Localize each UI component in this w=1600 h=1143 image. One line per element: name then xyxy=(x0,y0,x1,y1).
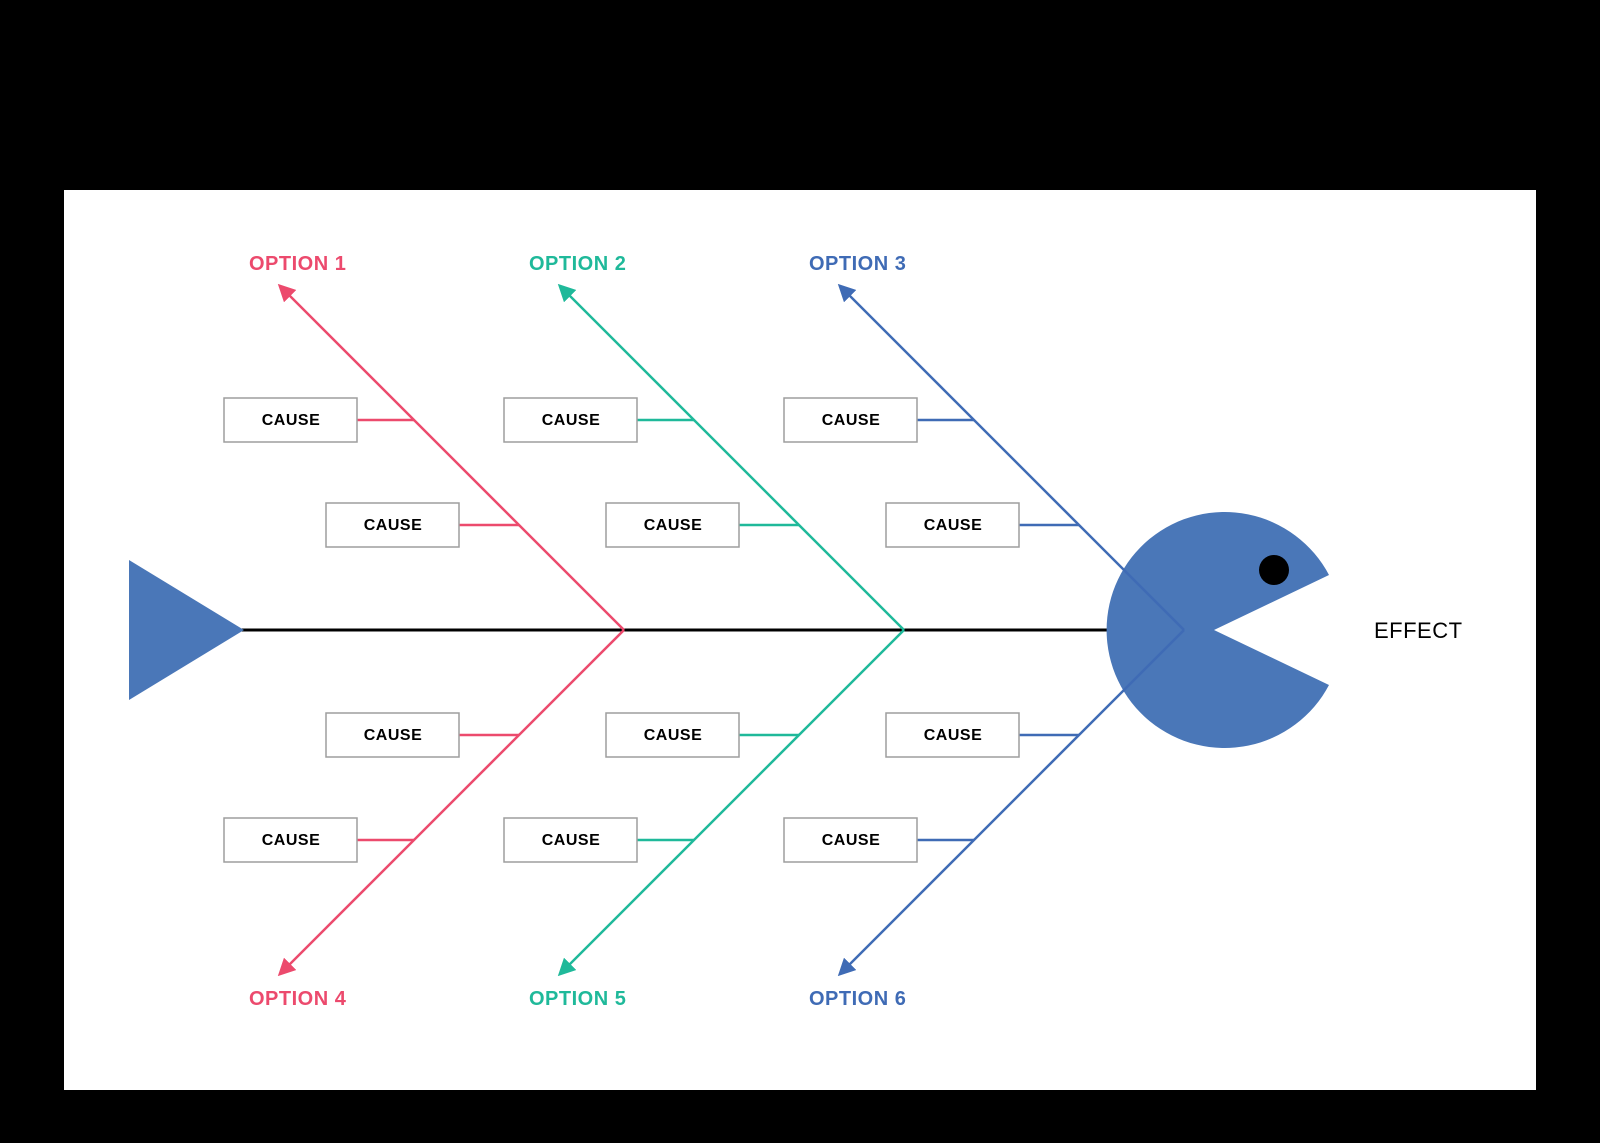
cause-text: CAUSE xyxy=(542,832,601,849)
fish-tail xyxy=(129,560,244,700)
option-label-4: OPTION 4 xyxy=(249,988,347,1010)
branch-bottom-3 xyxy=(844,630,1184,970)
option-label-2: OPTION 2 xyxy=(529,253,626,275)
option-label-5: OPTION 5 xyxy=(529,988,626,1010)
cause-text: CAUSE xyxy=(822,832,881,849)
cause-text: CAUSE xyxy=(924,517,983,534)
cause-text: CAUSE xyxy=(542,412,601,429)
cause-text: CAUSE xyxy=(644,727,703,744)
cause-text: CAUSE xyxy=(644,517,703,534)
cause-text: CAUSE xyxy=(262,832,321,849)
option-label-3: OPTION 3 xyxy=(809,253,906,275)
cause-text: CAUSE xyxy=(822,412,881,429)
cause-text: CAUSE xyxy=(924,727,983,744)
cause-text: CAUSE xyxy=(364,517,423,534)
cause-text: CAUSE xyxy=(262,412,321,429)
branch-top-2 xyxy=(564,290,904,630)
cause-text: CAUSE xyxy=(364,727,423,744)
branch-bottom-1 xyxy=(284,630,624,970)
fish-eye xyxy=(1259,555,1289,585)
diagram-canvas: EFFECT OPTION 1 CAUSE CAUSE OPTION 2 CAU… xyxy=(64,190,1536,1090)
branch-bottom-2 xyxy=(564,630,904,970)
fish-head xyxy=(1107,512,1329,748)
option-label-6: OPTION 6 xyxy=(809,988,906,1010)
fishbone-svg: EFFECT OPTION 1 CAUSE CAUSE OPTION 2 CAU… xyxy=(64,190,1536,1090)
effect-label: EFFECT xyxy=(1374,618,1463,643)
option-label-1: OPTION 1 xyxy=(249,253,346,275)
branch-top-1 xyxy=(284,290,624,630)
branch-top-3 xyxy=(844,290,1184,630)
